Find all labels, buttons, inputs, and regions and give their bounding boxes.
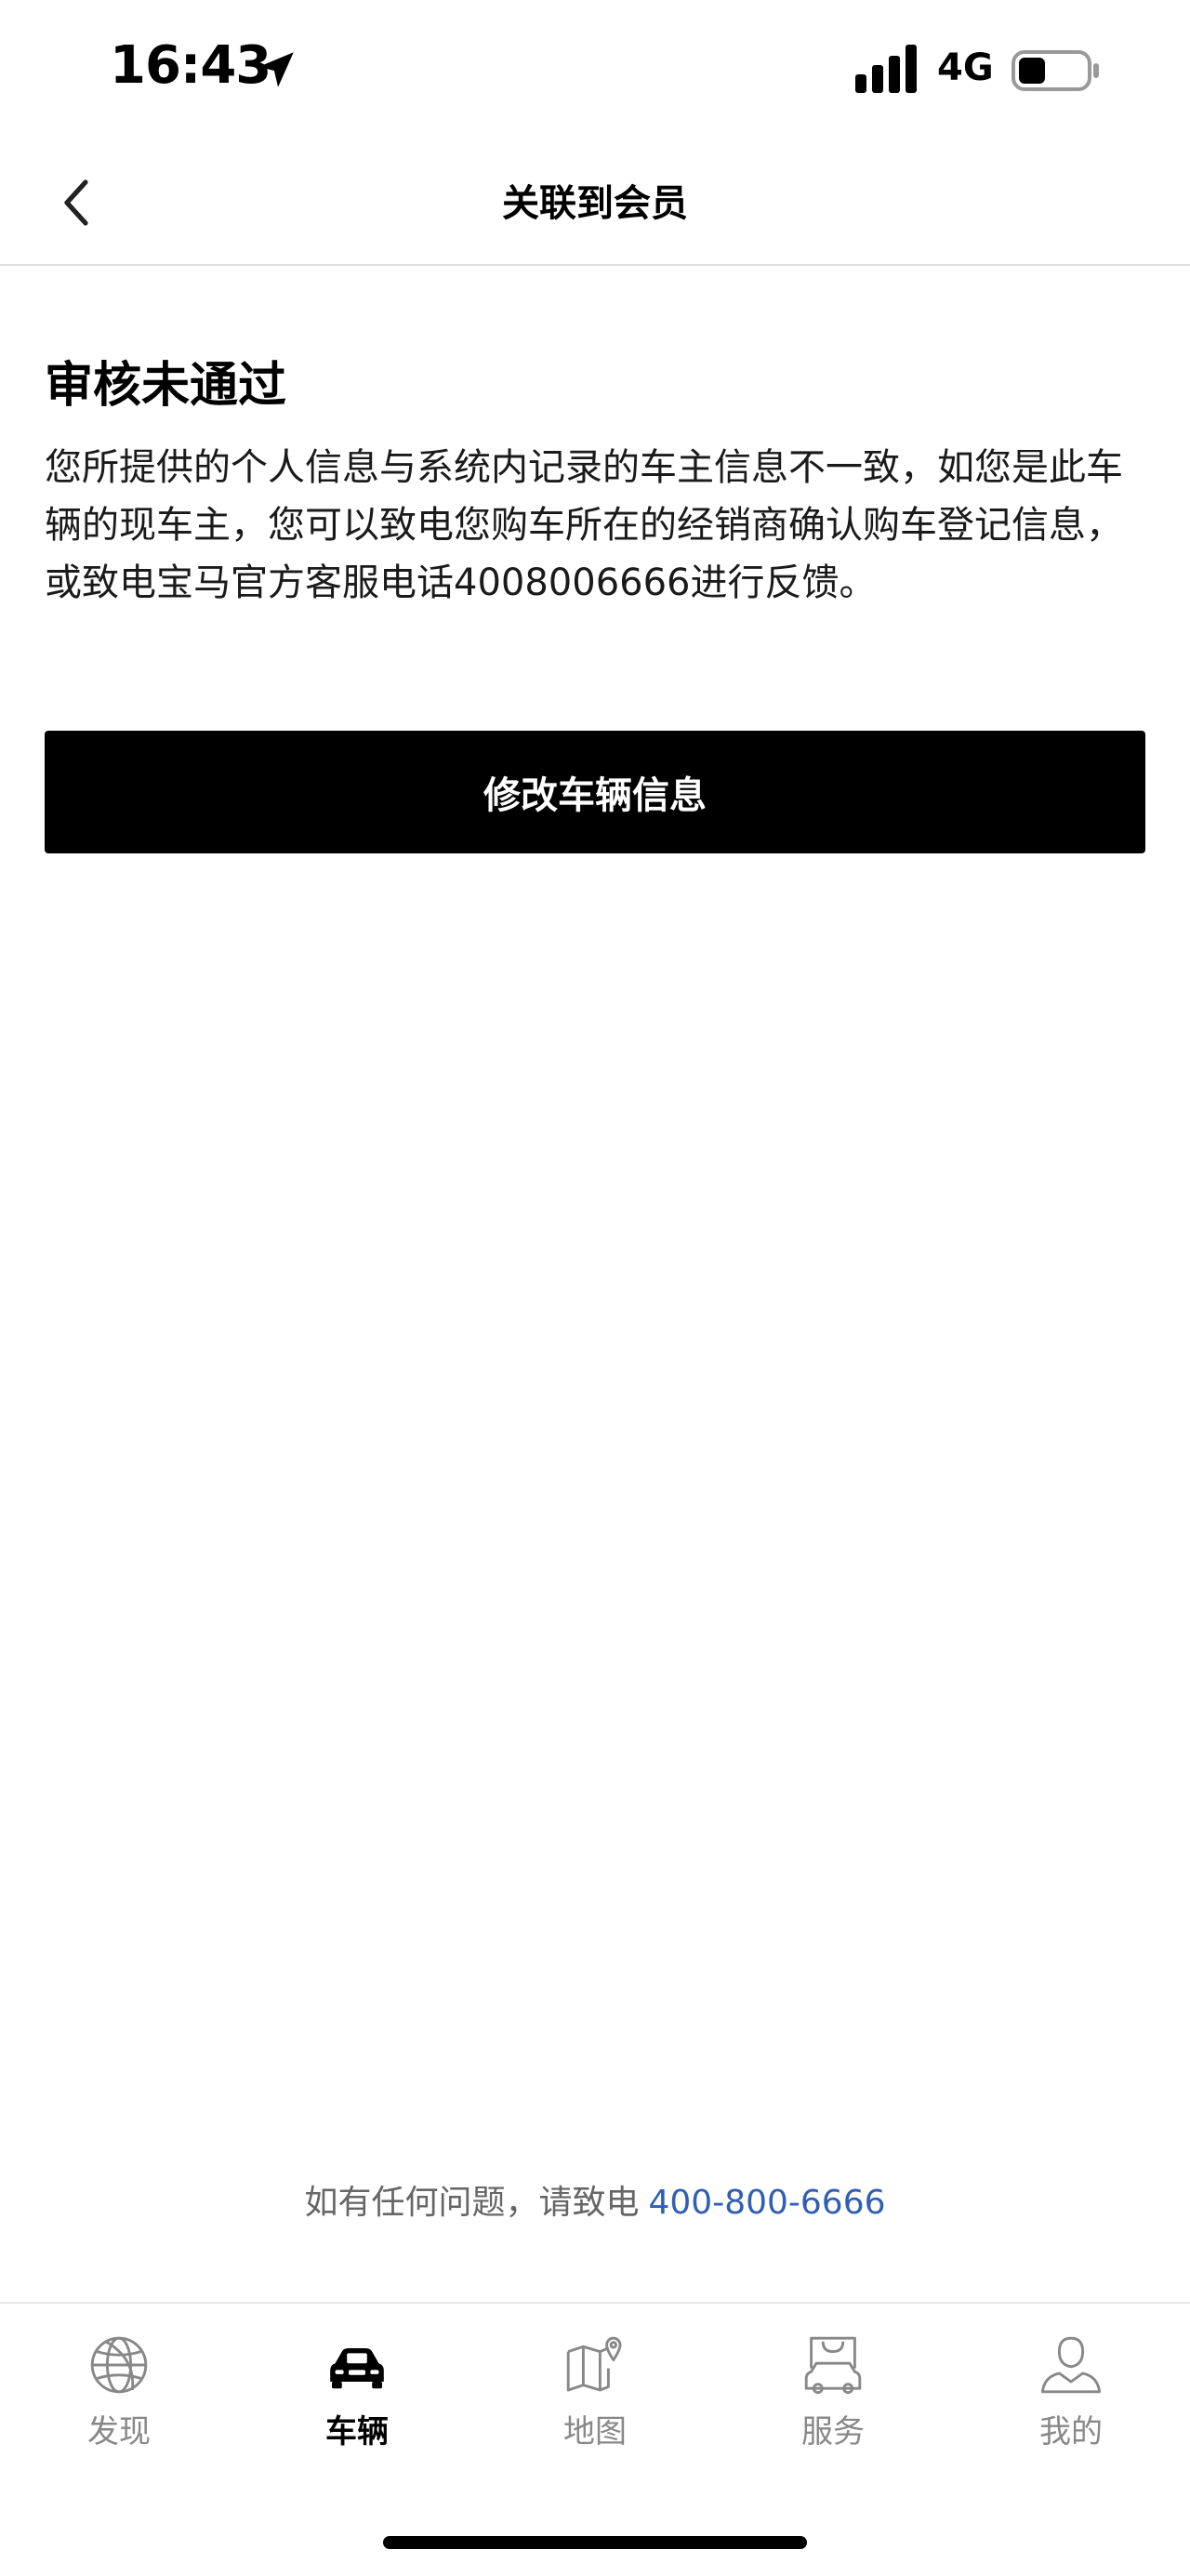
tab-label: 车辆 <box>325 2413 389 2451</box>
tab-label: 我的 <box>1039 2413 1103 2451</box>
status-bar: 16:43 4G <box>0 0 1190 139</box>
review-result: 审核未通过 您所提供的个人信息与系统内记录的车主信息不一致，如您是此车辆的现车主… <box>45 353 1145 612</box>
tab-discover[interactable]: 发现 <box>0 2332 238 2471</box>
tab-vehicle[interactable]: 车辆 <box>238 2332 476 2471</box>
tab-service[interactable]: 服务 <box>714 2332 952 2471</box>
contact-prefix: 如有任何问题，请致电 <box>304 2184 640 2222</box>
contact-line: 如有任何问题，请致电 400-800-6666 <box>0 2175 1190 2224</box>
battery-icon <box>1012 50 1099 91</box>
location-arrow-icon <box>258 52 294 87</box>
home-indicator <box>383 2536 807 2549</box>
review-status-title: 审核未通过 <box>45 358 287 414</box>
edit-vehicle-info-button[interactable]: 修改车辆信息 <box>45 731 1145 853</box>
review-message: 您所提供的个人信息与系统内记录的车主信息不一致，如您是此车辆的现车主，您可以致电… <box>45 446 1123 604</box>
network-label: 4G <box>937 46 994 89</box>
tab-label: 地图 <box>563 2413 627 2451</box>
signal-icon <box>855 45 917 93</box>
contact-phone-link[interactable]: 400-800-6666 <box>648 2184 885 2222</box>
page-title: 关联到会员 <box>502 182 688 225</box>
tab-label: 发现 <box>87 2413 151 2451</box>
tab-label: 服务 <box>801 2413 865 2451</box>
shopping-bag-car-icon <box>804 2336 862 2395</box>
tab-map[interactable]: 地图 <box>476 2332 714 2471</box>
globe-icon <box>90 2336 148 2394</box>
tab-me[interactable]: 我的 <box>952 2332 1190 2471</box>
user-icon <box>1040 2336 1102 2394</box>
nav-bar: 关联到会员 <box>0 139 1190 266</box>
map-icon <box>566 2336 622 2392</box>
tab-bar: 发现 车辆 地图 服务 我的 <box>0 2302 1190 2576</box>
car-icon <box>330 2348 384 2389</box>
status-time: 16:43 <box>110 35 271 96</box>
